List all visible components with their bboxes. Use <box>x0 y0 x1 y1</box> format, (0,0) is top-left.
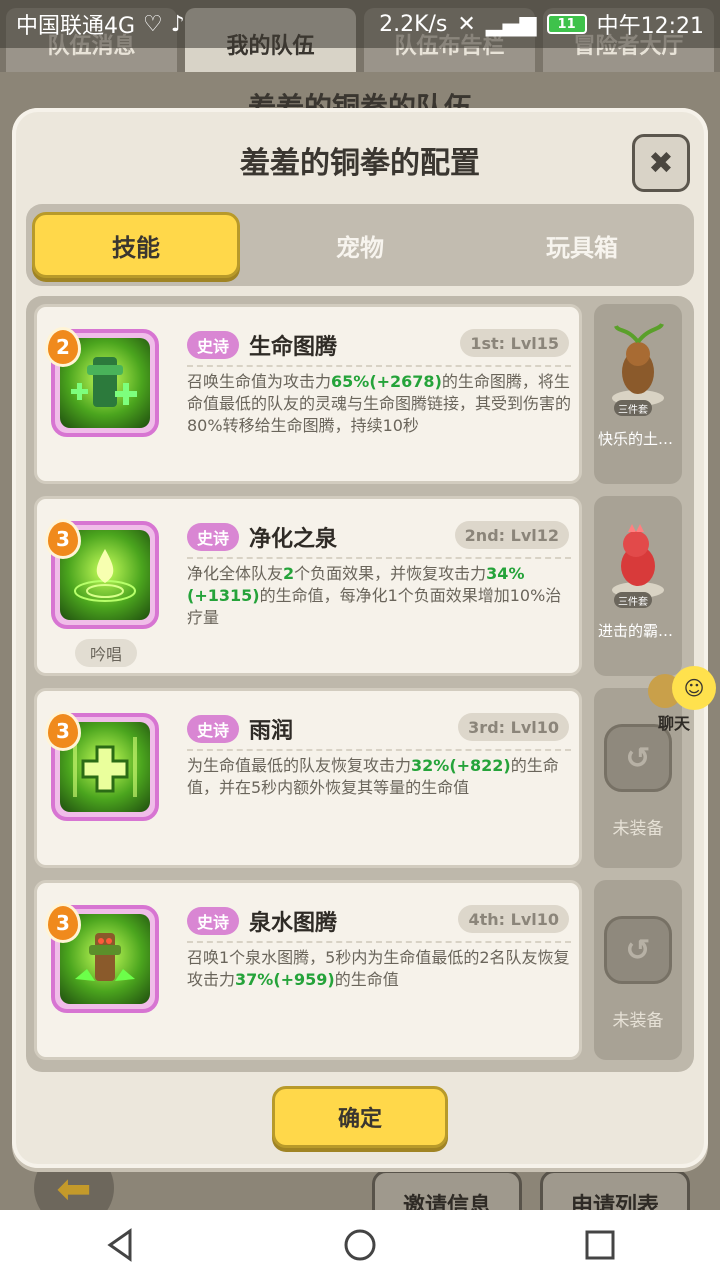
skill-card[interactable]: 2 史诗 生命图腾 1st: Lvl15 召唤生命值为攻击力65%(+2678)… <box>34 304 582 484</box>
equipment-slot[interactable]: 三件套 快乐的土… <box>594 304 682 484</box>
slot-badge: 2nd: Lvl12 <box>454 521 569 549</box>
skill-description: 为生命值最低的队友恢复攻击力32%(+822)的生命值，并在5秒内额外恢复其等量… <box>187 756 559 797</box>
equipment-slot-empty[interactable]: ↺ 未装备 <box>594 880 682 1060</box>
battery-icon: 11 <box>546 14 587 34</box>
smiley-icon: ☺ <box>672 666 716 710</box>
skill-level-badge: 3 <box>45 519 81 559</box>
skill-level-badge: 3 <box>45 903 81 943</box>
empty-slot-label: 未装备 <box>612 1011 664 1031</box>
triangle-back-icon <box>107 1228 132 1262</box>
signal-icon: ▂▄▆ <box>485 11 537 37</box>
nav-recents-button[interactable] <box>570 1215 630 1275</box>
config-tabbar: 技能 宠物 玩具箱 <box>26 204 694 286</box>
slot-badge: 3rd: Lvl10 <box>458 713 569 741</box>
square-recents-icon <box>585 1230 615 1260</box>
equipment-slot[interactable]: 三件套 进击的霸… <box>594 496 682 676</box>
carrier-label: 中国联通4G <box>16 14 136 39</box>
mute-icon: ✕ <box>457 11 476 37</box>
divider <box>187 749 571 751</box>
divider <box>187 365 571 367</box>
empty-slot-label: 未装备 <box>612 819 664 839</box>
mole-figure-icon <box>608 320 668 410</box>
navigation-bar <box>0 1210 720 1280</box>
tab-toybox[interactable]: 玩具箱 <box>478 212 686 278</box>
skill-name: 泉水图腾 <box>249 911 338 936</box>
rarity-badge: 史诗 <box>187 715 240 743</box>
tiktok-icon: ♪ <box>170 11 185 37</box>
set-badge: 三件套 <box>614 592 652 608</box>
empty-slot-icon: ↺ <box>604 724 672 792</box>
divider <box>187 557 571 559</box>
skill-name: 生命图腾 <box>249 335 338 360</box>
skills-panel: 2 史诗 生命图腾 1st: Lvl15 召唤生命值为攻击力65%(+2678)… <box>26 296 694 1072</box>
slot-badge: 1st: Lvl15 <box>460 329 569 357</box>
slot-badge: 4th: Lvl10 <box>458 905 569 933</box>
shield-icon: ♡ <box>143 11 163 37</box>
chat-button[interactable]: ☺ 聊天 <box>646 666 716 733</box>
skill-description: 净化全体队友2个负面效果，并恢复攻击力34%(+1315)的生命值，每净化1个负… <box>187 564 562 627</box>
skill-card[interactable]: 3 吟唱 史诗 净化之泉 2nd: Lvl12 净化全体队友2个负面效果，并恢复… <box>34 496 582 676</box>
tab-skills[interactable]: 技能 <box>32 212 240 278</box>
skill-level-badge: 3 <box>45 711 81 751</box>
network-speed: 2.2K/s <box>379 11 448 37</box>
set-badge: 三件套 <box>614 400 652 416</box>
modal-title: 羞羞的铜拳的配置 <box>240 146 480 181</box>
divider <box>187 941 571 943</box>
skill-level-badge: 2 <box>45 327 81 367</box>
status-bar: 中国联通4G ♡ ♪ 2.2K/s ✕ ▂▄▆ 11 中午12:21 <box>0 0 720 48</box>
config-modal: 羞羞的铜拳的配置 ✖ 技能 宠物 玩具箱 2 史诗 生命图腾 1st: Lvl1… <box>12 108 708 1168</box>
equipment-name: 进击的霸… <box>598 622 674 640</box>
skill-description: 召唤生命值为攻击力65%(+2678)的生命图腾，将生命值最低的队友的灵魂与生命… <box>187 372 572 435</box>
rarity-badge: 史诗 <box>187 523 240 551</box>
confirm-button[interactable]: 确定 <box>272 1086 448 1148</box>
clock: 中午12:21 <box>596 14 704 39</box>
nav-back-button[interactable] <box>90 1215 150 1275</box>
skill-card[interactable]: 3 史诗 泉水图腾 4th: Lvl10 召唤1个泉水图腾，5秒内为生命值最低的… <box>34 880 582 1060</box>
empty-slot-icon: ↺ <box>604 916 672 984</box>
skill-description: 召唤1个泉水图腾，5秒内为生命值最低的2名队友恢复攻击力37%(+959)的生命… <box>187 948 570 989</box>
close-button[interactable]: ✖ <box>632 134 690 192</box>
chat-label: 聊天 <box>658 714 691 733</box>
skill-card[interactable]: 3 史诗 雨润 3rd: Lvl10 为生命值最低的队友恢复攻击力32%(+82… <box>34 688 582 868</box>
rarity-badge: 史诗 <box>187 331 240 359</box>
dino-figure-icon <box>608 512 668 602</box>
circle-home-icon <box>344 1229 376 1261</box>
skill-name: 雨润 <box>249 719 294 744</box>
skill-name: 净化之泉 <box>249 527 338 552</box>
equipment-name: 快乐的土… <box>598 430 674 448</box>
tab-pets[interactable]: 宠物 <box>256 212 464 278</box>
chant-tag: 吟唱 <box>75 639 137 667</box>
close-icon: ✖ <box>648 145 674 181</box>
nav-home-button[interactable] <box>330 1215 390 1275</box>
rarity-badge: 史诗 <box>187 907 240 935</box>
